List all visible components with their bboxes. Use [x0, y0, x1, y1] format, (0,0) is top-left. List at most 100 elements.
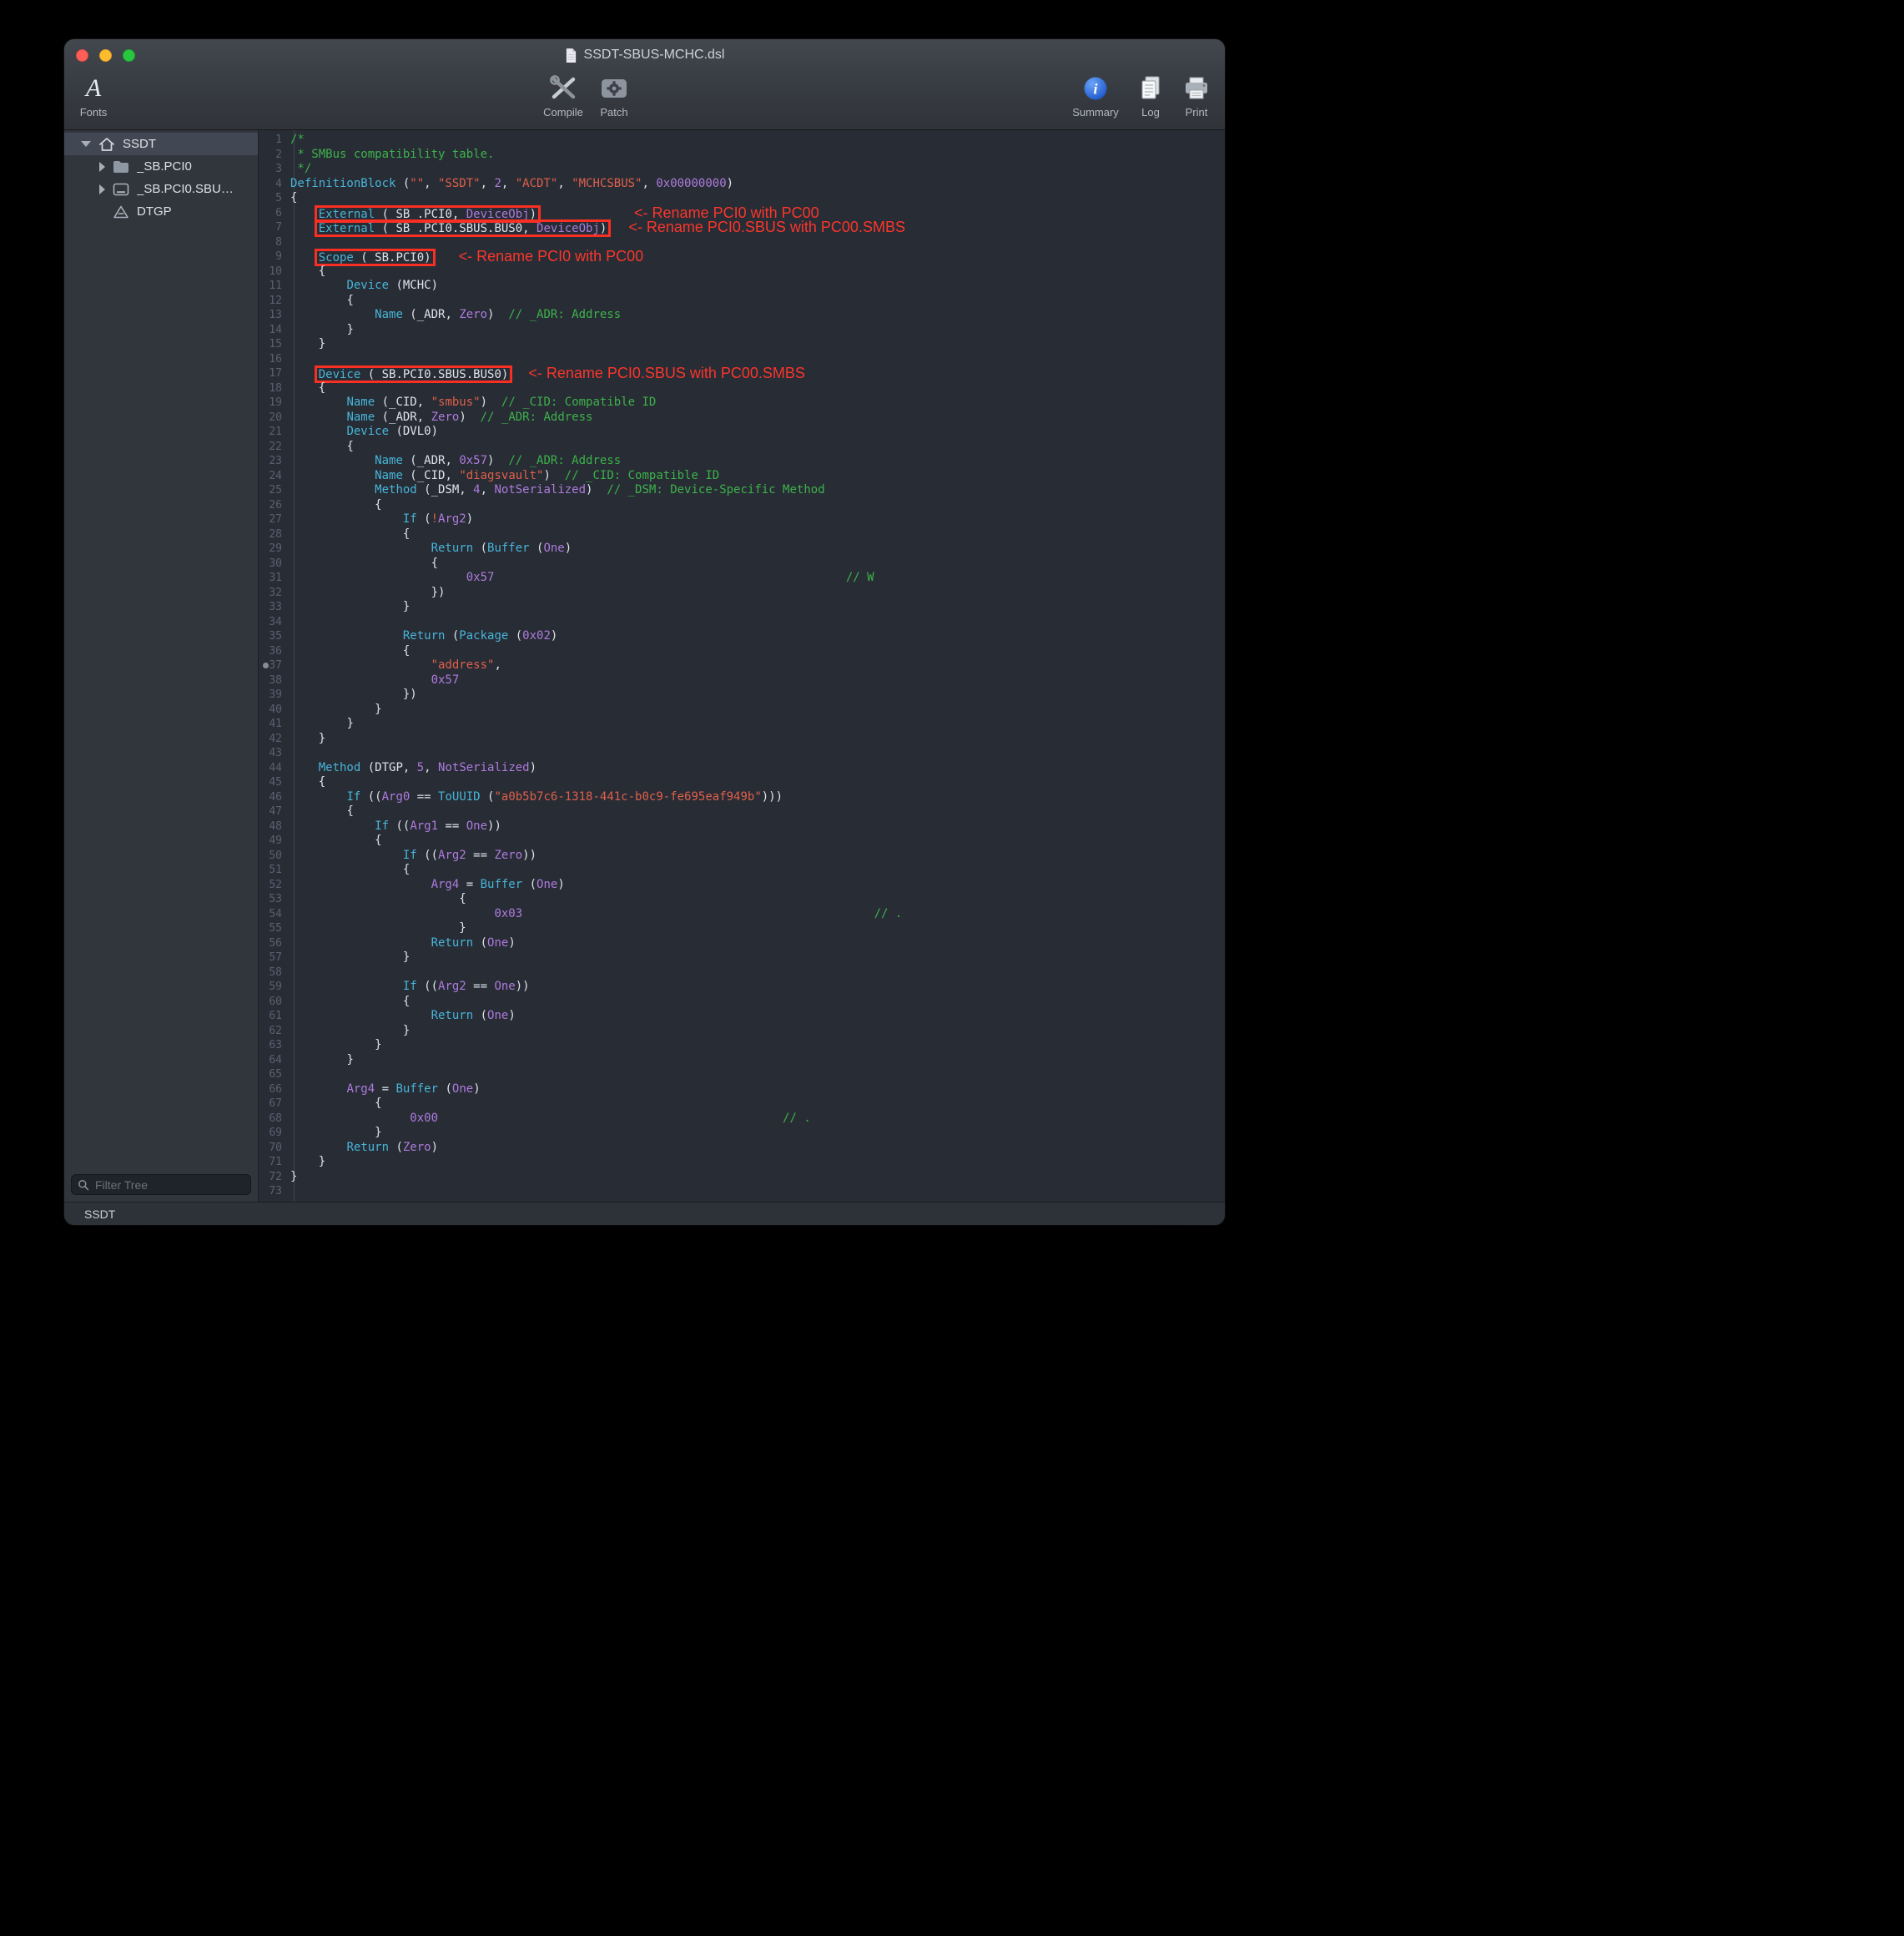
- line-number: 33: [259, 600, 289, 615]
- code-line: 30 {: [259, 557, 1225, 572]
- minimize-button[interactable]: [99, 49, 112, 62]
- line-number: 1: [259, 133, 289, 148]
- code-line: 27 If (!Arg2): [259, 512, 1225, 527]
- line-number: 62: [259, 1024, 289, 1039]
- sidebar-item-label: DTGP: [137, 204, 172, 219]
- code-line: 34: [259, 615, 1225, 630]
- code-line: 53 {: [259, 892, 1225, 907]
- code-line: 56 Return (One): [259, 936, 1225, 951]
- print-label: Print: [1186, 106, 1208, 118]
- code-line: 49 {: [259, 834, 1225, 849]
- line-number: 30: [259, 557, 289, 572]
- line-number: 73: [259, 1184, 289, 1199]
- line-number: 35: [259, 629, 289, 644]
- code-line: 3 */: [259, 162, 1225, 177]
- disclosure-triangle-right-icon[interactable]: [99, 162, 105, 172]
- code-line: 14 }: [259, 323, 1225, 338]
- line-number: 59: [259, 980, 289, 995]
- summary-button[interactable]: i Summary: [1066, 73, 1125, 126]
- compile-icon: [547, 75, 579, 102]
- code-line: 4DefinitionBlock ("", "SSDT", 2, "ACDT",…: [259, 177, 1225, 192]
- code-line: 12 {: [259, 294, 1225, 309]
- line-number: 61: [259, 1009, 289, 1024]
- close-button[interactable]: [76, 49, 88, 62]
- line-number: 55: [259, 921, 289, 936]
- line-number: 44: [259, 761, 289, 776]
- sidebar-item-ssdt[interactable]: SSDT: [64, 133, 258, 155]
- line-number: 51: [259, 863, 289, 878]
- sidebar-item-sb-pci0[interactable]: _SB.PCI0: [64, 155, 258, 178]
- zoom-button[interactable]: [123, 49, 135, 62]
- code-line: 41 }: [259, 717, 1225, 732]
- code-line: 29 Return (Buffer (One): [259, 542, 1225, 557]
- code-editor[interactable]: 1/*2 * SMBus compatibility table.3 */4De…: [259, 130, 1225, 1202]
- line-number: 23: [259, 454, 289, 469]
- line-number: 57: [259, 950, 289, 965]
- code-line: 1/*: [259, 133, 1225, 148]
- patch-button[interactable]: Patch: [585, 73, 643, 126]
- line-number: 4: [259, 177, 289, 192]
- rename-annotation: <- Rename PCI0.SBUS with PC00.SMBS: [628, 219, 905, 235]
- code-line: 17 Device (_SB.PCI0.SBUS.BUS0)<- Rename …: [259, 366, 1225, 381]
- line-number: 19: [259, 396, 289, 411]
- code-line: 25 Method (_DSM, 4, NotSerialized) // _D…: [259, 483, 1225, 498]
- line-number: 41: [259, 717, 289, 732]
- line-number: 54: [259, 907, 289, 922]
- sidebar-item-label: _SB.PCI0.SBU…: [137, 182, 234, 196]
- line-number: 66: [259, 1082, 289, 1097]
- patch-label: Patch: [600, 106, 627, 118]
- line-number: 8: [259, 235, 289, 250]
- code-line: 38 0x57: [259, 673, 1225, 688]
- code-line: 36 {: [259, 644, 1225, 659]
- code-line: 40 }: [259, 703, 1225, 718]
- line-number: 7: [259, 220, 289, 235]
- gutter-marker-dot: [263, 663, 269, 668]
- sidebar-item-sb-pci0-sbus[interactable]: _SB.PCI0.SBU…: [64, 178, 258, 200]
- line-number: 70: [259, 1141, 289, 1156]
- code-line: 47 {: [259, 804, 1225, 819]
- code-line: 22 {: [259, 440, 1225, 455]
- print-icon: [1183, 76, 1210, 101]
- line-number: 25: [259, 483, 289, 498]
- filter-tree-field[interactable]: [71, 1174, 251, 1195]
- line-number: 50: [259, 849, 289, 864]
- sidebar-item-dtgp[interactable]: DTGP: [64, 200, 258, 223]
- code-line: 52 Arg4 = Buffer (One): [259, 878, 1225, 893]
- sidebar-item-label: _SB.PCI0: [137, 159, 192, 174]
- line-number: 5: [259, 191, 289, 206]
- fonts-button[interactable]: A Fonts: [64, 73, 123, 126]
- code-line: 9 Scope (_SB.PCI0)<- Rename PCI0 with PC…: [259, 250, 1225, 265]
- code-line: 18 {: [259, 381, 1225, 396]
- line-number: 53: [259, 892, 289, 907]
- line-number: 58: [259, 965, 289, 981]
- line-number: 60: [259, 995, 289, 1010]
- line-number: 11: [259, 279, 289, 294]
- line-number: 2: [259, 148, 289, 163]
- rename-annotation: <- Rename PCI0 with PC00: [459, 248, 644, 265]
- rename-highlight-box: External (_SB_.PCI0, DeviceObj): [319, 208, 536, 221]
- code-line: 20 Name (_ADR, Zero) // _ADR: Address: [259, 411, 1225, 426]
- code-line: 43: [259, 746, 1225, 761]
- line-number: 28: [259, 527, 289, 542]
- toolbar: A Fonts Compile: [64, 71, 1225, 129]
- filter-tree-input[interactable]: [93, 1177, 244, 1192]
- window-title-group: SSDT-SBUS-MCHC.dsl: [565, 48, 725, 63]
- code-line: 19 Name (_CID, "smbus") // _CID: Compati…: [259, 396, 1225, 411]
- code-line: 54 0x03 // .: [259, 907, 1225, 922]
- disclosure-triangle-right-icon[interactable]: [99, 184, 105, 194]
- line-number: 47: [259, 804, 289, 819]
- compile-button[interactable]: Compile: [534, 73, 592, 126]
- code-line: 61 Return (One): [259, 1009, 1225, 1024]
- line-number: 22: [259, 440, 289, 455]
- print-button[interactable]: Print: [1167, 73, 1225, 126]
- line-number: 32: [259, 586, 289, 601]
- device-icon: [112, 182, 130, 197]
- line-number: 10: [259, 265, 289, 280]
- code-line: 66 Arg4 = Buffer (One): [259, 1082, 1225, 1097]
- disclosure-triangle-down-icon[interactable]: [81, 141, 91, 147]
- code-line: 59 If ((Arg2 == One)): [259, 980, 1225, 995]
- line-number: 3: [259, 162, 289, 177]
- ssdt-tree: SSDT _SB.PCI0 _SB.PCI0.SBU…: [64, 130, 258, 223]
- line-number: 40: [259, 703, 289, 718]
- rename-highlight-box: External (_SB_.PCI0.SBUS.BUS0, DeviceObj…: [319, 222, 607, 235]
